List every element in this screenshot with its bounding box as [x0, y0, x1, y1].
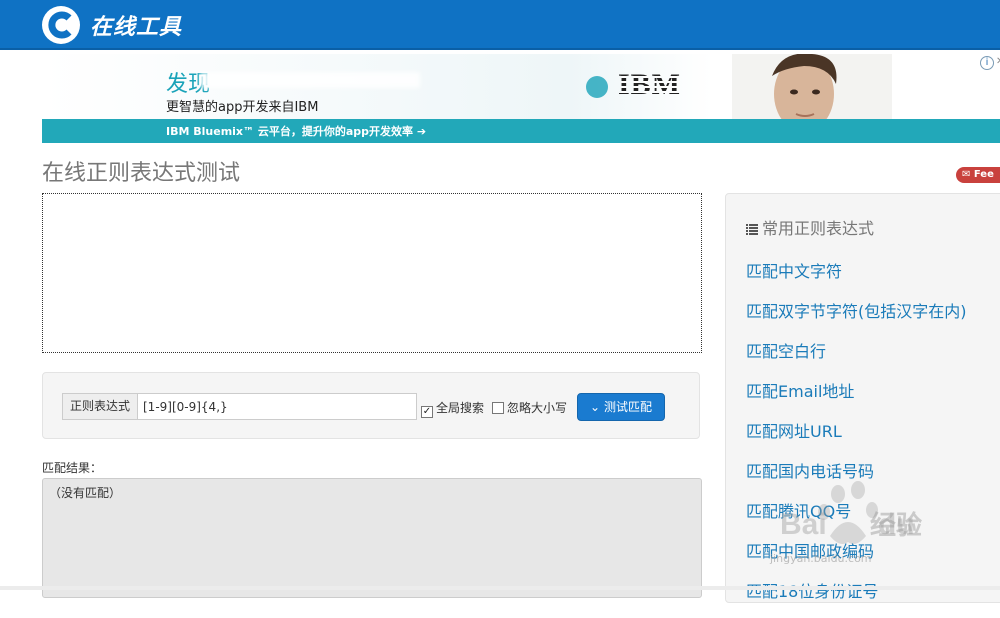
result-text: （没有匹配）: [49, 486, 122, 500]
sidebar-title: 常用正则表达式: [746, 215, 874, 239]
sidebar-link[interactable]: 匹配空白行: [746, 338, 967, 378]
watermark-text: 经验: [870, 510, 923, 540]
ignore-case-option[interactable]: 忽略大小写: [492, 399, 567, 416]
sidebar-link[interactable]: 匹配双字节字符(包括汉字在内): [746, 298, 967, 338]
test-match-label: 测试匹配: [603, 400, 652, 414]
regex-panel: 正则表达式 ✓全局搜索 忽略大小写 ⌄ 测试匹配: [42, 372, 700, 439]
chevron-down-icon: ⌄: [590, 400, 601, 414]
info-icon[interactable]: i: [980, 56, 994, 70]
list-icon: [746, 224, 758, 235]
ad-blurred-text: [200, 72, 420, 88]
top-header: 在线工具: [0, 0, 1000, 50]
feedback-tab[interactable]: ✉ Fee: [956, 167, 1000, 183]
ad-banner[interactable]: 发现 更智慧的app开发来自IBM IBM IBM Bluemix™ 云平台，提…: [42, 54, 1000, 143]
common-regex-sidebar: 常用正则表达式 匹配中文字符 匹配双字节字符(包括汉字在内) 匹配空白行 匹配E…: [725, 193, 1000, 603]
global-search-label: 全局搜索: [436, 401, 485, 415]
page-title: 在线正则表达式测试: [42, 161, 241, 186]
mail-icon: ✉: [962, 169, 971, 180]
sidebar-link[interactable]: 匹配中文字符: [746, 258, 967, 298]
result-box: （没有匹配）: [42, 478, 702, 598]
global-search-checkbox[interactable]: ✓: [421, 406, 433, 418]
ad-band-text: IBM Bluemix™ 云平台，提升你的app开发效率 ➔: [166, 125, 427, 138]
ignore-case-checkbox[interactable]: [492, 402, 504, 414]
sidebar-link[interactable]: 匹配网址URL: [746, 418, 967, 458]
sidebar-link[interactable]: 匹配国内电话号码: [746, 458, 967, 498]
source-text-area[interactable]: [42, 193, 702, 353]
sidebar-link[interactable]: 匹配18位身份证号: [746, 578, 967, 618]
bottom-scrollbar-track[interactable]: [0, 586, 1000, 590]
result-label: 匹配结果：: [42, 461, 103, 475]
feedback-label: Fee: [973, 169, 994, 180]
globe-icon: [586, 76, 608, 98]
test-match-button[interactable]: ⌄ 测试匹配: [577, 393, 665, 421]
global-search-option[interactable]: ✓ 全局搜索: [421, 399, 484, 418]
sidebar-link[interactable]: 匹配腾讯QQ号: [746, 498, 967, 538]
ibm-logo: IBM: [618, 68, 681, 101]
close-icon[interactable]: ✕: [996, 56, 1000, 67]
sidebar-link[interactable]: 匹配Email地址: [746, 378, 967, 418]
logo-c-icon[interactable]: [40, 4, 82, 46]
logo-text[interactable]: 在线工具: [90, 9, 182, 41]
ad-subline: 更智慧的app开发来自IBM: [166, 100, 319, 115]
regex-label: 正则表达式: [62, 393, 138, 420]
watermark-url: jingyan.baidu.com: [770, 552, 872, 565]
ignore-case-label: 忽略大小写: [507, 401, 568, 415]
regex-input[interactable]: [137, 393, 417, 420]
sidebar-title-text: 常用正则表达式: [762, 219, 875, 238]
